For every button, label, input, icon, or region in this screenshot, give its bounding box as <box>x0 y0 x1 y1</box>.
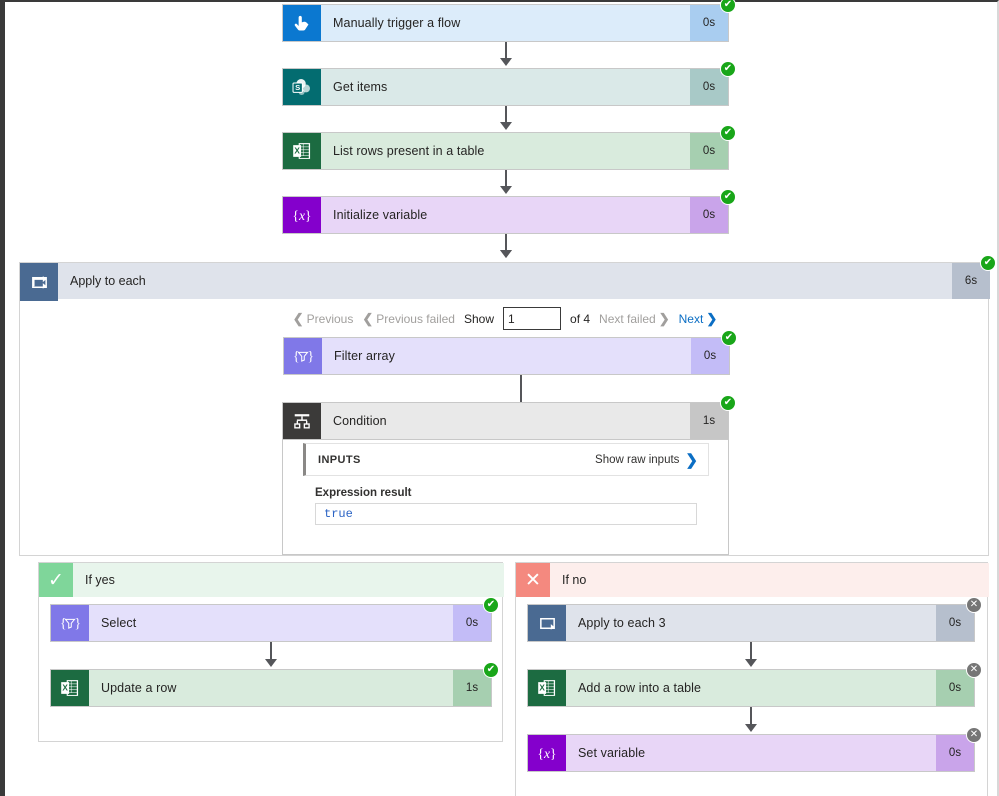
expression-result-value: true <box>315 503 697 525</box>
action-label: Select <box>101 616 137 630</box>
action-card-apply-to-each-3[interactable]: Apply to each 3 0s ✕ <box>527 597 982 642</box>
show-raw-inputs-button[interactable]: Show raw inputs ❯ <box>595 451 708 469</box>
page-count-label: of 4 <box>570 311 591 326</box>
sharepoint-icon: S <box>283 69 321 105</box>
action-label: Apply to each 3 <box>578 616 666 630</box>
next-button[interactable]: Next ❯ <box>679 311 718 327</box>
filter-array-label: Filter array <box>334 349 395 363</box>
condition-icon <box>283 403 321 439</box>
excel-icon: X <box>283 133 321 169</box>
action-label: Update a row <box>101 681 177 695</box>
next-failed-label: Next failed <box>599 311 656 326</box>
status-badge-succeeded: ✔ <box>721 330 737 346</box>
status-badge-succeeded: ✔ <box>720 395 736 411</box>
connector-arrow <box>499 234 513 260</box>
status-badge-succeeded: ✔ <box>720 125 736 141</box>
svg-text:}: } <box>308 349 314 364</box>
tap-trigger-icon <box>283 5 321 41</box>
action-label: Initialize variable <box>333 208 428 222</box>
svg-text:{: { <box>293 349 300 364</box>
chevron-left-icon: ❮ <box>362 310 374 326</box>
show-raw-inputs-label: Show raw inputs <box>595 453 680 466</box>
close-icon: ✕ <box>516 563 550 597</box>
status-badge-skipped: ✕ <box>966 597 982 613</box>
svg-text:}: } <box>75 616 81 631</box>
svg-text:X: X <box>62 683 68 692</box>
connector-arrow <box>264 642 278 669</box>
status-badge-skipped: ✕ <box>966 662 982 678</box>
apply-to-each-header[interactable]: Apply to each 6s <box>20 263 990 301</box>
chevron-left-icon: ❮ <box>292 310 304 326</box>
chevron-right-icon: ❯ <box>658 310 670 326</box>
branch-if-no-header: ✕ If no <box>516 563 989 597</box>
status-badge-succeeded: ✔ <box>720 61 736 77</box>
variable-icon: {x} <box>528 735 566 771</box>
svg-text:{: { <box>60 616 67 631</box>
branch-if-yes: ✓ If yes {} Select 0s ✔ X Update a row 1s ✔ <box>38 562 504 742</box>
status-badge-succeeded: ✔ <box>483 662 499 678</box>
status-badge-skipped: ✕ <box>966 727 982 743</box>
previous-failed-label: Previous failed <box>376 311 455 326</box>
connector-arrow <box>499 42 513 68</box>
svg-text:{x}: {x} <box>537 746 556 761</box>
action-label: Add a row into a table <box>578 681 702 695</box>
branch-if-yes-label: If yes <box>85 573 115 587</box>
connector-arrow <box>499 106 513 132</box>
connector-arrow <box>499 170 513 196</box>
action-card-manually-trigger-a-flow[interactable]: Manually trigger a flow 0s ✔ <box>282 0 736 42</box>
action-card-add-a-row-into-a-table[interactable]: X Add a row into a table 0s ✕ <box>527 662 982 707</box>
show-label: Show <box>463 311 495 326</box>
previous-failed-button[interactable]: ❮ Previous failed <box>362 311 455 327</box>
svg-text:X: X <box>539 683 545 692</box>
filter-array-icon: { } <box>284 338 322 374</box>
action-label: Set variable <box>578 746 646 760</box>
svg-text:X: X <box>294 146 300 155</box>
action-label: List rows present in a table <box>333 144 485 158</box>
variable-icon: {x} <box>283 197 321 233</box>
select-icon: {} <box>51 605 89 641</box>
action-card-condition[interactable]: Condition 1s ✔ <box>282 395 736 440</box>
action-label: Manually trigger a flow <box>333 16 461 30</box>
connector-arrow <box>744 642 758 669</box>
svg-text:S: S <box>295 83 300 92</box>
svg-text:{x}: {x} <box>292 208 311 223</box>
excel-icon: X <box>528 670 566 706</box>
apply-to-each-label: Apply to each <box>70 274 146 288</box>
check-icon: ✓ <box>39 563 73 597</box>
action-card-get-items[interactable]: S Get items 0s ✔ <box>282 61 736 106</box>
inputs-title: INPUTS <box>318 453 361 466</box>
action-card-list-rows-present-in-a-table[interactable]: X List rows present in a table 0s ✔ <box>282 125 736 170</box>
status-badge-succeeded: ✔ <box>483 597 499 613</box>
status-badge-succeeded: ✔ <box>720 189 736 205</box>
previous-button[interactable]: ❮ Previous <box>293 311 354 327</box>
chevron-right-icon: ❯ <box>685 451 698 469</box>
branch-if-no: ✕ If no Apply to each 3 0s ✕ X Add a row int… <box>515 562 989 796</box>
action-card-set-variable[interactable]: {x} Set variable 0s ✕ <box>527 727 982 772</box>
condition-label: Condition <box>333 414 387 428</box>
loop-icon <box>20 263 58 301</box>
branch-if-no-label: If no <box>562 573 587 587</box>
iteration-pager: ❮ Previous ❮ Previous failed Show of 4 N… <box>20 307 990 330</box>
iteration-page-input[interactable] <box>503 307 562 330</box>
previous-label: Previous <box>306 311 354 326</box>
expression-result-label: Expression result <box>315 487 412 499</box>
connector-arrow <box>744 707 758 734</box>
action-card-update-a-row[interactable]: X Update a row 1s ✔ <box>50 662 499 707</box>
action-card-select[interactable]: {} Select 0s ✔ <box>50 597 499 642</box>
next-label: Next <box>678 311 704 326</box>
excel-icon: X <box>51 670 89 706</box>
status-badge-succeeded: ✔ <box>980 255 996 271</box>
chevron-right-icon: ❯ <box>706 310 718 326</box>
loop-icon <box>528 605 566 641</box>
condition-inputs-panel: INPUTS Show raw inputs ❯ Expression resu… <box>282 437 729 555</box>
flow-run-canvas: Manually trigger a flow 0s ✔ S Get items 0s ✔ X… <box>0 0 999 796</box>
status-badge-succeeded: ✔ <box>720 0 736 13</box>
action-card-initialize-variable[interactable]: {x} Initialize variable 0s ✔ <box>282 189 736 234</box>
next-failed-button[interactable]: Next failed ❯ <box>599 311 670 327</box>
action-card-filter-array[interactable]: { } Filter array 0s ✔ <box>283 330 737 375</box>
branch-if-yes-header: ✓ If yes <box>39 563 504 597</box>
inputs-section-header: INPUTS Show raw inputs ❯ <box>303 443 709 476</box>
action-label: Get items <box>333 80 388 94</box>
